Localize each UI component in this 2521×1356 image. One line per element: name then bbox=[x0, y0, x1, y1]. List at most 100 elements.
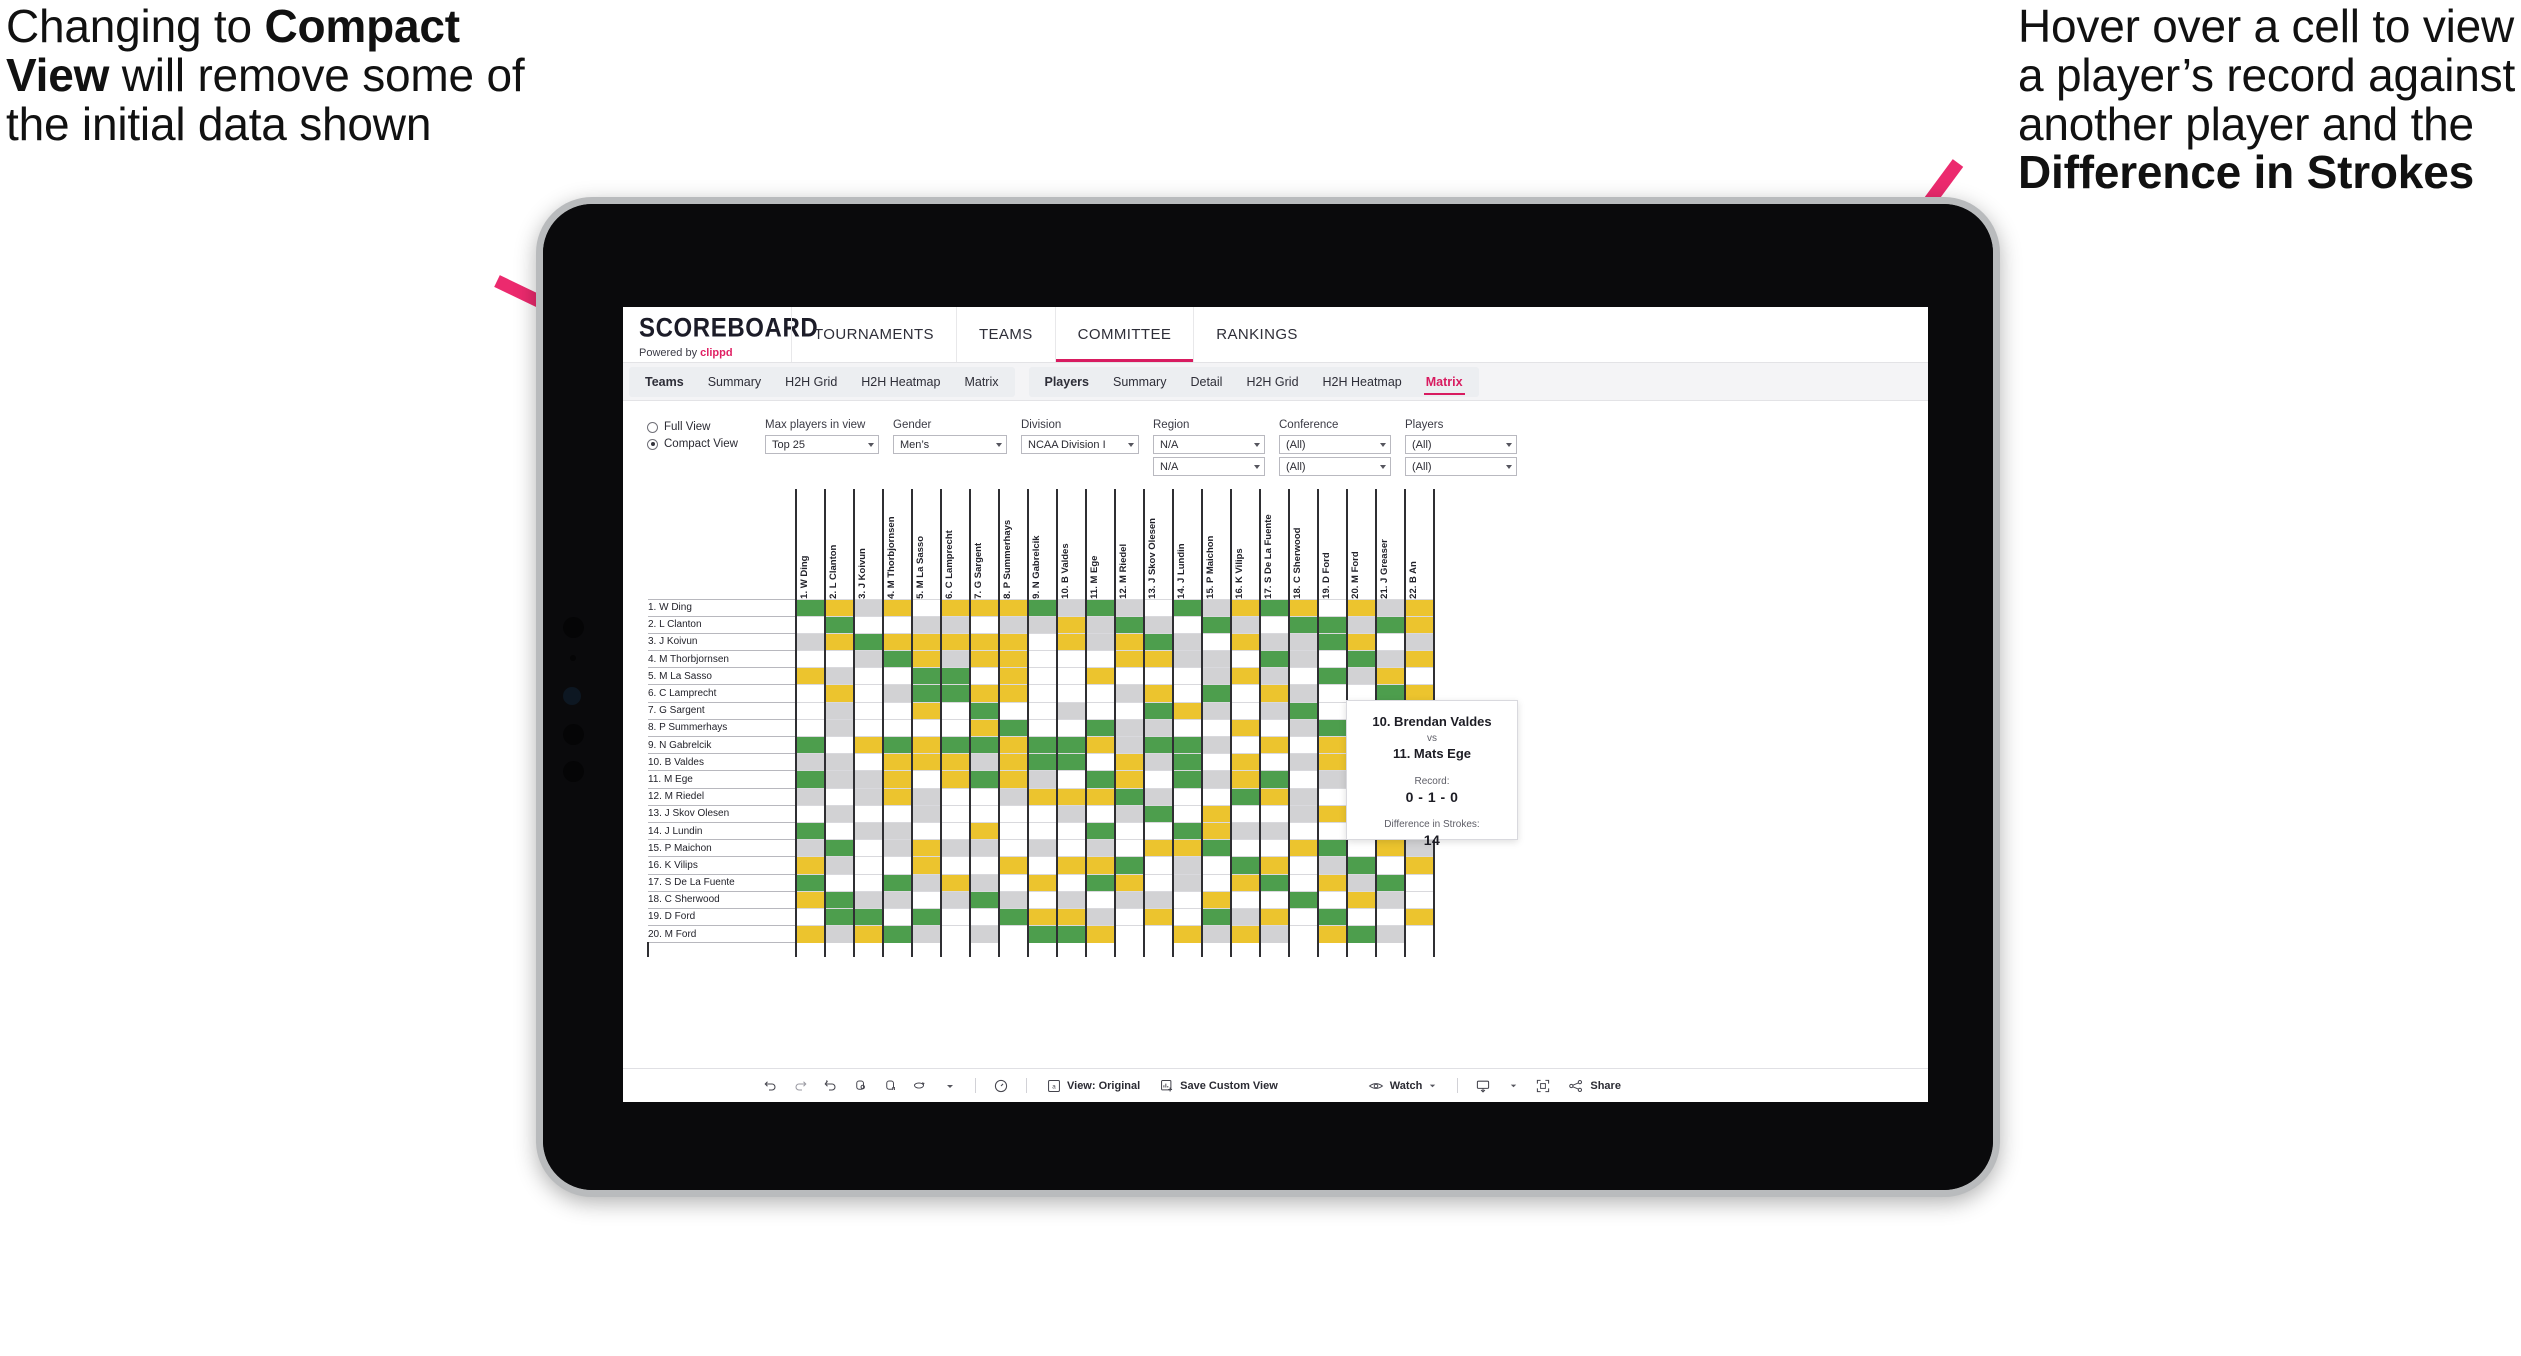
matrix-cell[interactable] bbox=[998, 907, 1029, 926]
select-division[interactable]: NCAA Division I bbox=[1021, 435, 1139, 454]
matrix-cell[interactable] bbox=[1172, 839, 1203, 857]
matrix-cell[interactable] bbox=[998, 667, 1029, 685]
matrix-cell[interactable] bbox=[1201, 753, 1232, 771]
matrix-cell[interactable] bbox=[1201, 735, 1232, 754]
matrix-cell[interactable] bbox=[1317, 873, 1348, 892]
matrix-cell[interactable] bbox=[940, 925, 971, 943]
matrix-cell[interactable] bbox=[1143, 667, 1174, 685]
matrix-cell[interactable] bbox=[853, 598, 884, 617]
matrix-cell[interactable] bbox=[1346, 890, 1377, 909]
matrix-cell[interactable] bbox=[1027, 598, 1058, 617]
matrix-cell[interactable] bbox=[1230, 735, 1261, 754]
matrix-cell[interactable] bbox=[911, 770, 942, 789]
matrix-cell[interactable] bbox=[998, 650, 1029, 668]
matrix-cell[interactable] bbox=[1230, 667, 1261, 685]
matrix-cell[interactable] bbox=[1317, 907, 1348, 926]
matrix-cell[interactable] bbox=[969, 632, 1000, 651]
matrix-cell[interactable] bbox=[1404, 598, 1435, 617]
matrix-cell[interactable] bbox=[1288, 890, 1319, 909]
matrix-cell[interactable] bbox=[1172, 598, 1203, 617]
matrix-cell[interactable] bbox=[940, 615, 971, 634]
matrix-cell[interactable] bbox=[1230, 684, 1261, 703]
matrix-cell[interactable] bbox=[1027, 753, 1058, 771]
matrix-cell[interactable] bbox=[1230, 890, 1261, 909]
matrix-cell[interactable] bbox=[853, 873, 884, 892]
matrix-cell[interactable] bbox=[969, 821, 1000, 840]
matrix-cell[interactable] bbox=[853, 804, 884, 823]
matrix-cell[interactable] bbox=[911, 907, 942, 926]
matrix-cell[interactable] bbox=[998, 615, 1029, 634]
matrix-cell[interactable] bbox=[1230, 753, 1261, 771]
matrix-cell[interactable] bbox=[1027, 632, 1058, 651]
matrix-cell[interactable] bbox=[824, 839, 855, 857]
matrix-cell[interactable] bbox=[1056, 735, 1087, 754]
matrix-cell[interactable] bbox=[1085, 907, 1116, 926]
matrix-cell[interactable] bbox=[998, 839, 1029, 857]
tab-committee[interactable]: COMMITTEE bbox=[1054, 307, 1194, 362]
matrix-cell[interactable] bbox=[940, 907, 971, 926]
matrix-cell[interactable] bbox=[940, 856, 971, 874]
matrix-cell[interactable] bbox=[1172, 873, 1203, 892]
matrix-cell[interactable] bbox=[1027, 890, 1058, 909]
matrix-cell[interactable] bbox=[824, 821, 855, 840]
matrix-cell[interactable] bbox=[1288, 839, 1319, 857]
matrix-cell[interactable] bbox=[1288, 821, 1319, 840]
matrix-cell[interactable] bbox=[1346, 598, 1377, 617]
matrix-cell[interactable] bbox=[1027, 856, 1058, 874]
matrix-cell[interactable] bbox=[969, 667, 1000, 685]
matrix-cell[interactable] bbox=[1143, 684, 1174, 703]
matrix-cell[interactable] bbox=[882, 890, 913, 909]
select-players-secondary[interactable]: (All) bbox=[1405, 457, 1517, 476]
matrix-cell[interactable] bbox=[1259, 667, 1290, 685]
matrix-cell[interactable] bbox=[1143, 615, 1174, 634]
matrix-cell[interactable] bbox=[1027, 770, 1058, 789]
matrix-cell[interactable] bbox=[1172, 890, 1203, 909]
matrix-cell[interactable] bbox=[1027, 718, 1058, 737]
matrix-cell[interactable] bbox=[998, 770, 1029, 789]
matrix-cell[interactable] bbox=[1172, 753, 1203, 771]
matrix-cell[interactable] bbox=[1172, 735, 1203, 754]
matrix-cell[interactable] bbox=[1346, 615, 1377, 634]
matrix-cell[interactable] bbox=[940, 890, 971, 909]
matrix-cell[interactable] bbox=[1114, 598, 1145, 617]
matrix-cell[interactable] bbox=[1114, 718, 1145, 737]
matrix-cell[interactable] bbox=[882, 873, 913, 892]
matrix-cell[interactable] bbox=[998, 701, 1029, 720]
matrix-cell[interactable] bbox=[882, 925, 913, 943]
matrix-cell[interactable] bbox=[1230, 839, 1261, 857]
matrix-cell[interactable] bbox=[795, 839, 826, 857]
matrix-cell[interactable] bbox=[824, 632, 855, 651]
matrix-cell[interactable] bbox=[1056, 856, 1087, 874]
matrix-cell[interactable] bbox=[1085, 598, 1116, 617]
matrix-cell[interactable] bbox=[1143, 701, 1174, 720]
matrix-cell[interactable] bbox=[940, 718, 971, 737]
matrix-cell[interactable] bbox=[1346, 907, 1377, 926]
matrix-cell[interactable] bbox=[1172, 615, 1203, 634]
matrix-cell[interactable] bbox=[1114, 701, 1145, 720]
matrix-cell[interactable] bbox=[1259, 701, 1290, 720]
matrix-cell[interactable] bbox=[1230, 856, 1261, 874]
matrix-cell[interactable] bbox=[1114, 804, 1145, 823]
share-button[interactable]: Share bbox=[1558, 1079, 1631, 1093]
matrix-cell[interactable] bbox=[882, 856, 913, 874]
watch-button[interactable]: Watch bbox=[1358, 1079, 1448, 1093]
matrix-cell[interactable] bbox=[853, 684, 884, 703]
matrix-cell[interactable] bbox=[1259, 684, 1290, 703]
matrix-cell[interactable] bbox=[911, 735, 942, 754]
radio-compact-view-dot[interactable] bbox=[647, 438, 658, 450]
matrix-cell[interactable] bbox=[1201, 925, 1232, 943]
matrix-cell[interactable] bbox=[1172, 632, 1203, 651]
matrix-cell[interactable] bbox=[1317, 735, 1348, 754]
subnav-teams-h2h-heatmap[interactable]: H2H Heatmap bbox=[849, 367, 952, 397]
matrix-cell[interactable] bbox=[1230, 632, 1261, 651]
matrix-cell[interactable] bbox=[1027, 907, 1058, 926]
matrix-cell[interactable] bbox=[969, 839, 1000, 857]
matrix-cell[interactable] bbox=[1317, 650, 1348, 668]
matrix-cell[interactable] bbox=[1288, 650, 1319, 668]
matrix-cell[interactable] bbox=[1172, 770, 1203, 789]
matrix-cell[interactable] bbox=[911, 615, 942, 634]
matrix-cell[interactable] bbox=[1404, 873, 1435, 892]
matrix-cell[interactable] bbox=[1143, 890, 1174, 909]
matrix-cell[interactable] bbox=[795, 907, 826, 926]
matrix-cell[interactable] bbox=[795, 770, 826, 789]
